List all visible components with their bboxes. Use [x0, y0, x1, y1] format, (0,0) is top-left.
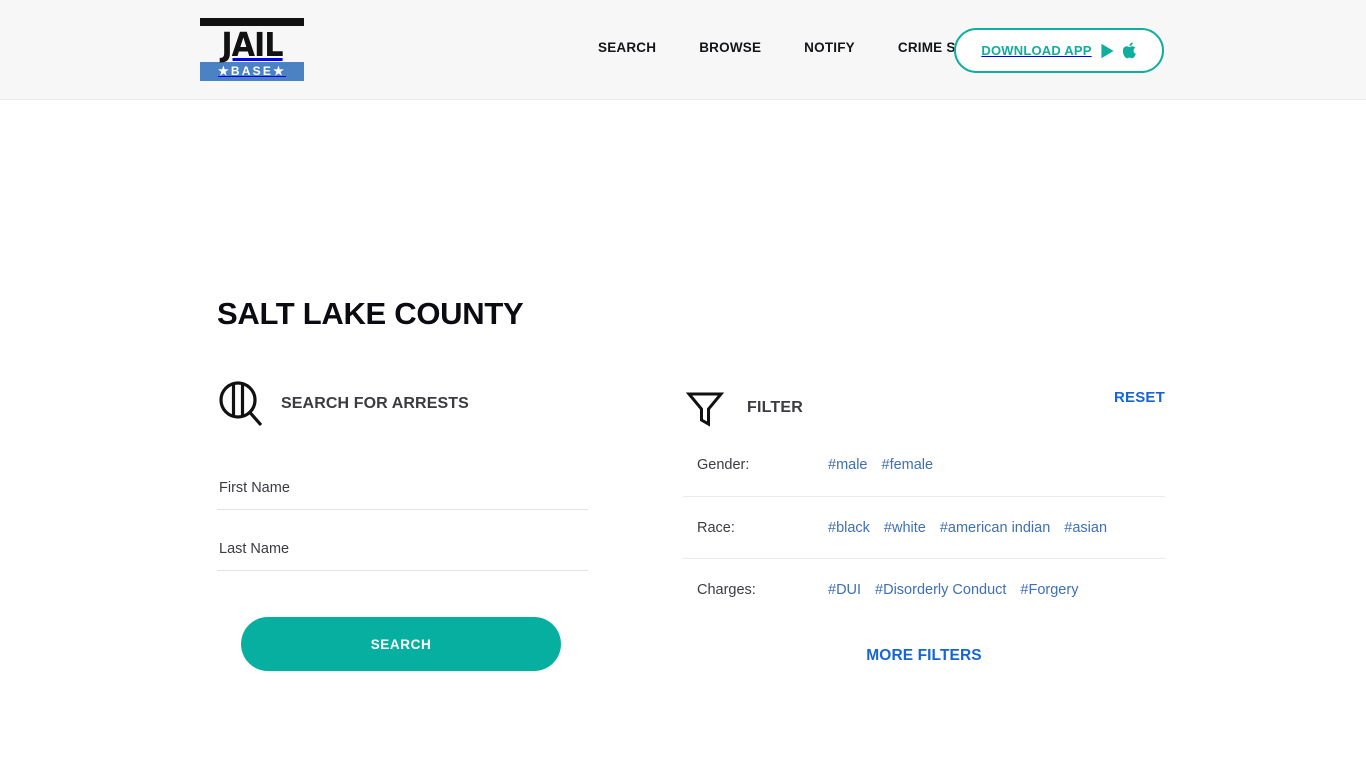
filter-panel-title: FILTER — [747, 399, 804, 416]
filter-tags-gender: #male #female — [828, 457, 933, 473]
filter-tag-dui[interactable]: #DUI — [828, 582, 861, 598]
nav-item-browse[interactable]: BROWSE — [699, 40, 761, 55]
filter-panel: FILTER RESET Gender: #male #female Race:… — [683, 382, 1165, 665]
filter-tags-race: #black #white #american indian #asian — [828, 520, 1107, 536]
filter-label-gender: Gender: — [697, 457, 750, 473]
first-name-input[interactable] — [217, 466, 588, 510]
filter-tags-charges: #DUI #Disorderly Conduct #Forgery — [828, 582, 1078, 598]
filter-tag-female[interactable]: #female — [882, 457, 934, 473]
filter-tag-male[interactable]: #male — [828, 457, 868, 473]
reset-filters-link[interactable]: RESET — [1114, 389, 1165, 406]
filter-tag-asian[interactable]: #asian — [1064, 520, 1107, 536]
search-panel-title: SEARCH FOR ARRESTS — [281, 395, 469, 412]
filter-label-race: Race: — [697, 519, 735, 536]
filter-tag-american-indian[interactable]: #american indian — [940, 520, 1050, 536]
page-body: SALT LAKE COUNTY SEARCH FOR ARRESTS SEAR… — [0, 100, 1366, 768]
logo-jail-text: JAIL — [221, 25, 283, 64]
filter-row-charges: Charges: #DUI #Disorderly Conduct #Forge… — [683, 558, 1165, 620]
last-name-input[interactable] — [217, 527, 588, 571]
download-app-label: DOWNLOAD APP — [981, 43, 1092, 58]
filter-tag-white[interactable]: #white — [884, 520, 926, 536]
filter-tag-black[interactable]: #black — [828, 520, 870, 536]
google-play-icon — [1101, 43, 1114, 58]
funnel-icon — [685, 392, 725, 427]
nav-item-notify[interactable]: NOTIFY — [804, 40, 855, 55]
site-logo[interactable]: JAIL ★BASE★ — [200, 18, 304, 82]
filter-panel-header: FILTER RESET — [683, 382, 1165, 434]
download-app-button[interactable]: DOWNLOAD APP — [954, 28, 1164, 73]
logo-base-text: ★BASE★ — [200, 62, 304, 81]
site-header: JAIL ★BASE★ SEARCH BROWSE NOTIFY CRIME S… — [0, 0, 1366, 100]
nav-item-search[interactable]: SEARCH — [598, 40, 656, 55]
search-submit-button[interactable]: SEARCH — [241, 617, 561, 671]
filter-row-race: Race: #black #white #american indian #as… — [683, 496, 1165, 558]
page-title: SALT LAKE COUNTY — [217, 296, 524, 331]
search-panel: SEARCH FOR ARRESTS SEARCH — [217, 378, 588, 671]
apple-icon — [1122, 42, 1136, 59]
filter-label-charges: Charges: — [697, 581, 756, 598]
filter-tag-forgery[interactable]: #Forgery — [1020, 582, 1078, 598]
search-panel-header: SEARCH FOR ARRESTS — [217, 378, 588, 430]
search-jail-bars-icon — [219, 381, 263, 427]
main-navigation: SEARCH BROWSE NOTIFY CRIME STATS — [598, 40, 990, 55]
more-filters-link[interactable]: MORE FILTERS — [683, 647, 1165, 665]
filter-tag-disorderly-conduct[interactable]: #Disorderly Conduct — [875, 582, 1006, 598]
filter-row-gender: Gender: #male #female — [683, 434, 1165, 496]
